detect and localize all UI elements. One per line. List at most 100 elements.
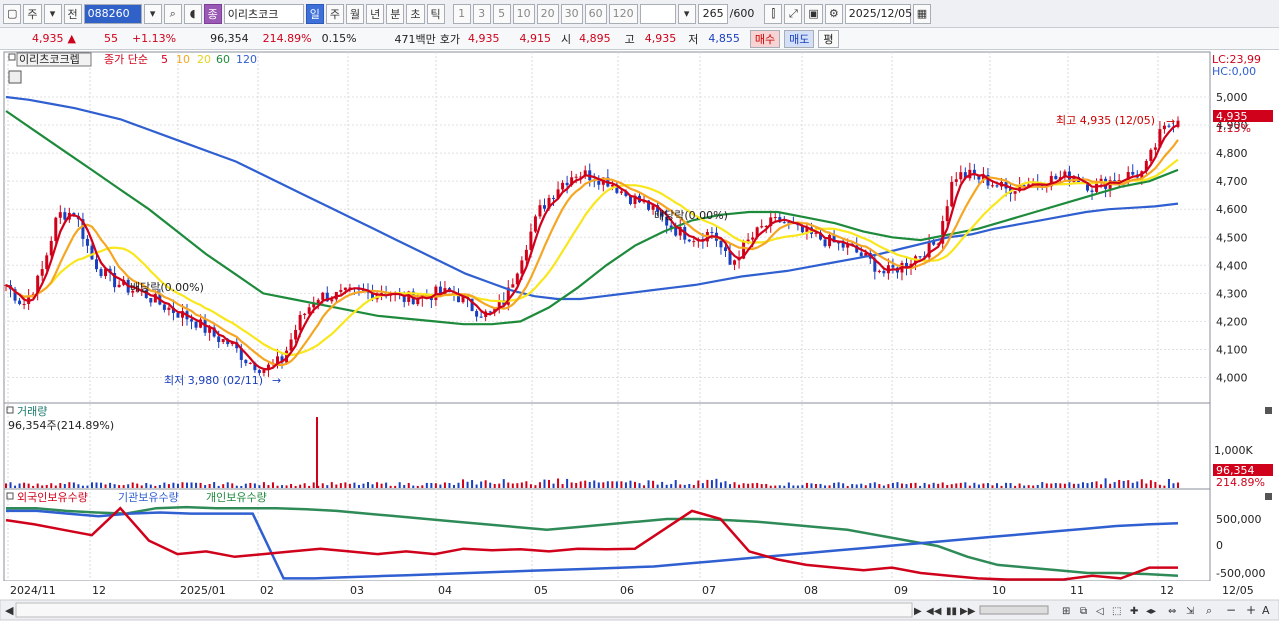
interval-60-button[interactable]: 60 [584, 3, 607, 24]
draw-icon[interactable]: ⤢ [784, 3, 803, 24]
search-icon[interactable]: ⌕ [163, 3, 182, 24]
candle-body [524, 249, 528, 261]
candle-body [1149, 149, 1153, 161]
period-second-button[interactable]: 초 [406, 3, 425, 24]
candle-body [190, 319, 194, 322]
stock-chart[interactable]: 5,0004,9004,8004,7004,6004,5004,4004,300… [0, 51, 1279, 621]
ma5-label[interactable]: 5 [161, 53, 168, 66]
volume-bar [452, 484, 455, 488]
code-dropdown-icon[interactable]: ▾ [143, 3, 162, 24]
arrows-icon[interactable]: ⇔ [1168, 606, 1176, 617]
scroll-left-icon[interactable]: ◀ [5, 604, 14, 617]
period-main-select[interactable]: 주 [23, 3, 42, 24]
calendar-icon[interactable]: ▦ [912, 3, 932, 24]
ask-price: 4,935 [468, 32, 500, 45]
interval-30-button[interactable]: 30 [560, 3, 583, 24]
volume-axis-label: 1,000K [1214, 444, 1253, 457]
expand-icon[interactable]: ⇲ [1186, 606, 1195, 617]
volume-bar [896, 482, 899, 488]
zoom-search-icon[interactable]: ⌕ [1206, 604, 1212, 617]
price-tick-label: 4,400 [1216, 259, 1248, 272]
eval-button[interactable]: 평 [818, 29, 839, 48]
rewind-icon[interactable]: ◀◀ [926, 606, 942, 617]
ma20-label[interactable]: 20 [197, 53, 211, 66]
candle-body [149, 297, 153, 303]
zoom-slider[interactable] [979, 605, 1049, 615]
text-size-icon[interactable]: A [1262, 604, 1270, 617]
window-icon[interactable]: ▢ [3, 3, 22, 24]
sell-button[interactable]: 매도 [784, 29, 815, 48]
scroll-lr-icon[interactable]: ◂▸ [1146, 606, 1156, 617]
candle-icon[interactable]: ⫿ [764, 3, 783, 24]
interval-5-button[interactable]: 5 [492, 3, 511, 24]
calculator-icon[interactable] [8, 70, 22, 84]
volume-bar [1041, 482, 1044, 488]
jeon-button[interactable]: 전 [63, 3, 82, 24]
split-icon[interactable]: ⊞ [1062, 606, 1070, 617]
interval-custom-input[interactable] [639, 3, 676, 24]
price-tick-label: 4,000 [1216, 372, 1248, 385]
select-icon[interactable]: ⬚ [1112, 606, 1121, 617]
volume-bar [633, 481, 636, 488]
scroll-track[interactable] [15, 602, 913, 618]
price-tick-label: 4,100 [1216, 343, 1248, 356]
candle-body [49, 240, 53, 256]
interval-3-button[interactable]: 3 [472, 3, 491, 24]
indiv-label[interactable]: 개인보유수량 [206, 491, 267, 504]
interval-120-button[interactable]: 120 [608, 3, 638, 24]
volume-bar [692, 485, 695, 488]
cursor-icon[interactable]: ◁ [1096, 606, 1104, 617]
period-tick-button[interactable]: 틱 [426, 3, 445, 24]
zoom-in-icon[interactable]: + [1246, 603, 1256, 617]
volume-bar [1100, 484, 1103, 488]
volume-bar [100, 482, 103, 488]
period-minute-button[interactable]: 분 [386, 3, 405, 24]
candle-body [488, 311, 492, 313]
volume-bar [5, 483, 7, 488]
period-year-button[interactable]: 년 [366, 3, 385, 24]
volume-bar [602, 482, 605, 488]
scroll-right-icon[interactable]: ▶ [914, 606, 922, 617]
foreign-label[interactable]: 외국인보유수량 [17, 491, 88, 504]
interval-20-button[interactable]: 20 [536, 3, 559, 24]
volume-bar [846, 485, 849, 488]
volume-bar [136, 483, 139, 488]
period-month-button[interactable]: 월 [346, 3, 365, 24]
play-icon[interactable]: ▶▶ [960, 606, 976, 617]
ma60-label[interactable]: 60 [216, 53, 230, 66]
interval-dropdown-icon[interactable]: ▾ [677, 3, 696, 24]
period-week-button[interactable]: 주 [325, 3, 345, 24]
ma10-label[interactable]: 10 [176, 53, 190, 66]
candle-body [719, 240, 723, 248]
date-input[interactable]: 2025/12/05 [844, 3, 912, 24]
period-day-button[interactable]: 일 [305, 3, 324, 24]
volume-menu-icon[interactable] [1265, 407, 1272, 414]
pause-icon[interactable]: ▮▮ [946, 606, 957, 617]
candle-body [321, 292, 325, 300]
layout-icon[interactable]: ⧉ [1080, 606, 1087, 617]
sound-icon[interactable]: ◖ [183, 3, 202, 24]
stock-code-input[interactable]: 088260 [83, 3, 142, 24]
volume-bar [928, 484, 931, 488]
save-icon[interactable]: ▣ [804, 3, 823, 24]
ma120-label[interactable]: 120 [236, 53, 257, 66]
volume-bar [679, 484, 682, 488]
up-arrow-icon: ▲ [67, 32, 76, 45]
inst-label[interactable]: 기관보유수량 [118, 491, 179, 504]
count-input[interactable]: 265 [697, 3, 728, 24]
crosshair-icon[interactable]: ✚ [1130, 606, 1138, 617]
volume-bar [814, 484, 817, 488]
gear-icon[interactable]: ⚙ [824, 3, 843, 24]
interval-1-button[interactable]: 1 [452, 3, 471, 24]
interval-10-button[interactable]: 10 [512, 3, 535, 24]
volume-bar [466, 481, 469, 488]
hc-label: HC:0,00 [1212, 65, 1256, 78]
buy-button[interactable]: 매수 [749, 29, 781, 48]
zoom-out-icon[interactable]: − [1226, 603, 1236, 617]
holdings-menu-icon[interactable] [1265, 493, 1272, 500]
volume-bar [1109, 483, 1112, 488]
volume-bar [538, 482, 541, 488]
volume-bar [819, 483, 822, 488]
jong-icon[interactable]: 종 [203, 3, 222, 24]
chevron-down-icon[interactable]: ▾ [43, 3, 62, 24]
